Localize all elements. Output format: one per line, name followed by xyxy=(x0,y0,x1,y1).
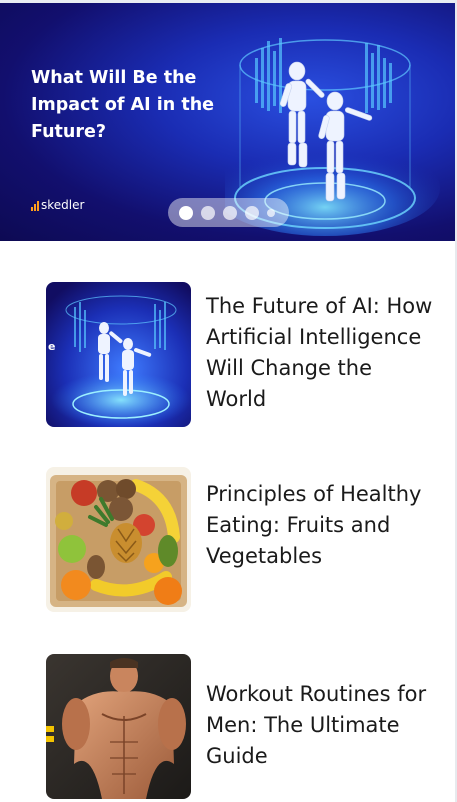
article-title[interactable]: Workout Routines for Men: The Ultimate G… xyxy=(206,679,436,772)
logo-bars-icon xyxy=(31,201,39,211)
logo-text: skedler xyxy=(41,198,85,212)
ai-robots-image: e xyxy=(46,282,191,427)
article-card[interactable]: e The Future of AI: How Artificial Intel… xyxy=(46,282,436,428)
fruits-thumbnail[interactable] xyxy=(46,467,191,612)
article-title[interactable]: The Future of AI: How Artificial Intelli… xyxy=(206,291,436,415)
hero-headline: What Will Be the Impact of AI in the Fut… xyxy=(31,68,215,142)
muscular-man-image xyxy=(46,654,191,799)
ai-robots-thumbnail[interactable]: e xyxy=(46,282,191,427)
carousel-dot-3[interactable] xyxy=(223,205,237,220)
hero-carousel[interactable]: What Will Be the Impact of AI in the Fut… xyxy=(0,3,455,241)
article-title[interactable]: Principles of Healthy Eating: Fruits and… xyxy=(206,479,436,572)
carousel-dot-1[interactable] xyxy=(179,205,193,220)
skedler-logo: skedler xyxy=(31,195,84,211)
workout-thumbnail[interactable] xyxy=(46,654,191,799)
article-card[interactable]: Workout Routines for Men: The Ultimate G… xyxy=(46,654,436,800)
carousel-dot-2[interactable] xyxy=(201,205,215,220)
carousel-pagination xyxy=(168,198,289,227)
fruit-basket-image xyxy=(46,467,191,612)
article-card[interactable]: Principles of Healthy Eating: Fruits and… xyxy=(46,467,436,613)
carousel-dot-4[interactable] xyxy=(245,205,259,220)
carousel-dot-5[interactable] xyxy=(267,208,275,217)
thumb-letter: e xyxy=(48,340,55,353)
